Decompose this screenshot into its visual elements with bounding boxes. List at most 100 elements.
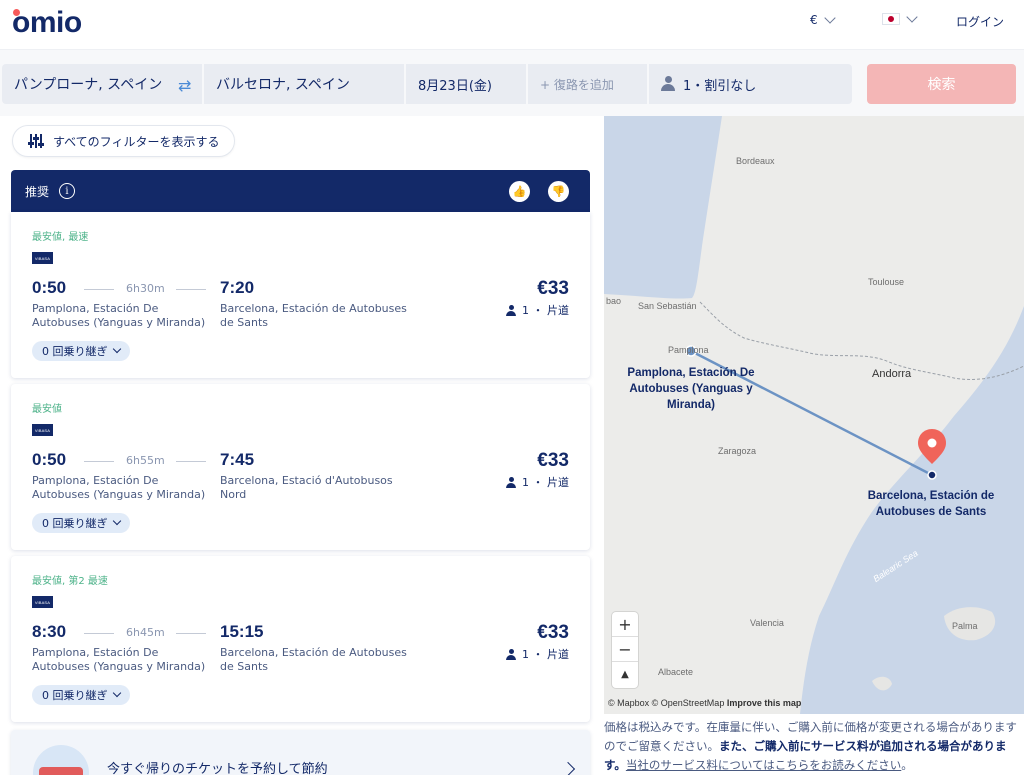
map-label-andorra: Andorra [872,368,912,380]
duration-line [176,289,206,290]
transfers-toggle[interactable]: 0 回乗り継ぎ [32,685,130,705]
chevron-down-icon [906,11,918,23]
return-ticket-promo[interactable]: 今すぐ帰りのチケットを予約して節約 [11,730,590,775]
duration: 6h30m [126,282,165,295]
notice-end: 。 [901,758,913,772]
return-placeholder: + 復路を追加 [540,77,614,92]
destination-value: バルセロナ, スペイン [216,77,350,93]
map-label-zaragoza: Zaragoza [718,446,757,456]
passenger-text: 1 ・ 片道 [522,304,569,317]
passenger-text: 1 ・ 片道 [522,648,569,661]
destination-dot [927,470,937,480]
language-selector[interactable] [882,11,918,25]
login-link[interactable]: ログイン [956,13,1004,30]
currency-selector[interactable]: € [810,12,836,27]
bus-illustration [33,745,89,775]
passenger-info: 1 ・ 片道 [506,646,569,662]
origin-station-label: Pamplona, Estación De Autobuses (Yanguas… [627,367,755,411]
arrival-station: Barcelona, Estació d'Autobusos Nord [220,474,393,501]
arrival-station: Barcelona, Estación de Autobuses de Sant… [220,646,407,673]
chevron-down-icon [112,344,121,354]
duration-line [84,461,114,462]
passengers-value: 1・割引なし [683,78,757,94]
carrier-logo: ViBASA [32,252,53,264]
map-label-albacete: Albacete [658,667,694,677]
chevron-down-icon [823,12,836,24]
result-card[interactable]: 最安値 ViBASA 0:50 6h55m 7:45 Pamplona, Est… [11,384,590,550]
omio-logo[interactable]: omio [12,6,82,40]
departure-date-value: 8月23日(金) [418,78,492,94]
filters-label: すべてのフィルターを表示する [53,134,220,149]
departure-time: 8:30 [32,622,67,641]
result-card[interactable]: 最安値, 最速 ViBASA 0:50 6h30m 7:20 Pamplona,… [11,212,590,378]
map-label-valencia: Valencia [750,618,784,628]
route-map[interactable]: Bordeaux Toulouse bao San Sebastián Pamp… [604,116,1024,714]
price: €33 [537,622,569,643]
price-notice: 価格は税込みです。在庫量に伴い、ご購入前に価格が変更される場合がありますのでご留… [604,718,1020,775]
map-zoom-controls: + − ▲ [612,612,638,688]
person-icon [506,648,516,660]
arrival-time: 7:45 [220,450,255,469]
destination-field[interactable]: バルセロナ, スペイン [204,64,404,104]
transfers-toggle[interactable]: 0 回乗り継ぎ [32,513,130,533]
thumbs-up-icon[interactable]: 👍 [509,181,530,202]
duration-line [176,461,206,462]
zoom-out-button[interactable]: − [612,637,638,662]
duration-line [84,289,114,290]
map-label-bao: bao [606,296,622,306]
price: €33 [537,450,569,471]
departure-station: Pamplona, Estación De Autobuses (Yanguas… [32,474,206,501]
carrier-logo: ViBASA [32,424,53,436]
chevron-down-icon [112,516,121,526]
return-date-field[interactable]: + 復路を追加 [528,64,647,104]
duration: 6h45m [126,626,165,639]
passenger-info: 1 ・ 片道 [506,474,569,490]
person-icon [506,476,516,488]
origin-field[interactable]: パンプローナ, スペイン [2,64,202,104]
search-bar: パンプローナ, スペイン ⇄ バルセロナ, スペイン 8月23日(金) + 復路… [0,50,1024,116]
result-tag: 最安値, 最速 [32,232,89,243]
chevron-right-icon [560,761,576,775]
result-tag: 最安値 [32,404,62,415]
duration-line [84,633,114,634]
duration-line [176,633,206,634]
compass-reset-button[interactable]: ▲ [612,662,638,687]
map-label-san-sebastian: San Sebastián [638,301,697,311]
passengers-field[interactable]: 1・割引なし [649,64,852,104]
passenger-text: 1 ・ 片道 [522,476,569,489]
currency-label: € [810,13,818,27]
chevron-down-icon [112,688,121,698]
person-icon [661,76,675,92]
top-header: omio € ログイン [0,0,1024,50]
map-label-toulouse: Toulouse [868,277,905,287]
transfers-label: 0 回乗り継ぎ [42,517,108,530]
departure-station: Pamplona, Estación De Autobuses (Yanguas… [32,302,206,329]
zoom-in-button[interactable]: + [612,612,638,637]
transfers-toggle[interactable]: 0 回乗り継ぎ [32,341,130,361]
result-tag: 最安値, 第2 最速 [32,576,108,587]
arrival-station: Barcelona, Estación de Autobuses de Sant… [220,302,407,329]
improve-map-link[interactable]: Improve this map [727,698,802,708]
departure-time: 0:50 [32,450,67,469]
japan-flag-icon [882,13,900,25]
departure-date-field[interactable]: 8月23日(金) [406,64,526,104]
service-fee-link[interactable]: 当社のサービス料についてはこちらをお読みください [626,758,901,772]
thumbs-down-icon[interactable]: 👎 [548,181,569,202]
map-label-palma: Palma [952,621,978,631]
transfers-label: 0 回乗り継ぎ [42,689,108,702]
person-icon [506,304,516,316]
map-attribution: © Mapbox © OpenStreetMap Improve this ma… [608,698,801,708]
duration: 6h55m [126,454,165,467]
arrival-time: 7:20 [220,278,255,297]
promo-text: 今すぐ帰りのチケットを予約して節約 [107,762,328,775]
map-label-pamplona: Pamplona [668,345,709,355]
show-all-filters-button[interactable]: すべてのフィルターを表示する [12,125,235,157]
destination-station-label: Barcelona, Estación de Autobuses de Sant… [867,490,995,518]
info-icon[interactable]: i [59,183,76,199]
departure-time: 0:50 [32,278,67,297]
result-card[interactable]: 最安値, 第2 最速 ViBASA 8:30 6h45m 15:15 Pampl… [11,556,590,722]
search-button[interactable]: 検索 [867,64,1016,104]
arrival-time: 15:15 [220,622,264,641]
swap-icon[interactable]: ⇄ [178,76,191,95]
passenger-info: 1 ・ 片道 [506,302,569,318]
